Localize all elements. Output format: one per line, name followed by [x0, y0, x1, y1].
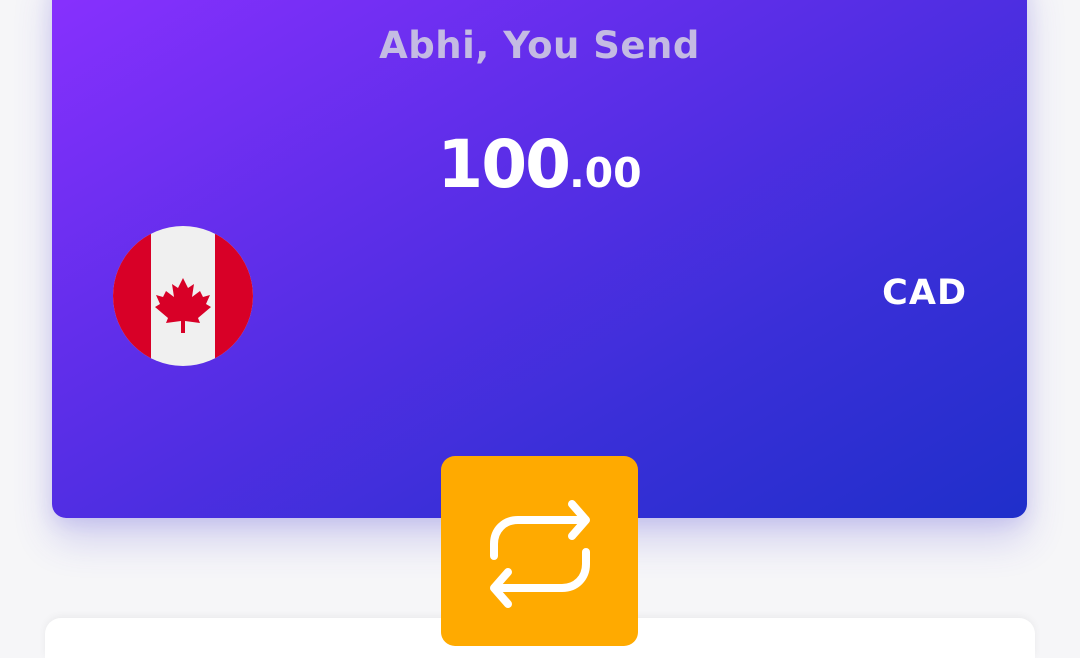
- send-amount-integer: 100: [437, 126, 571, 203]
- swap-icon: [489, 500, 590, 608]
- send-amount-decimal: .00: [569, 149, 642, 197]
- send-amount-card: Abhi, You Send 100.00 CAD: [52, 0, 1027, 518]
- swap-currency-button[interactable]: [441, 456, 638, 646]
- send-amount[interactable]: 100.00: [52, 126, 1027, 203]
- canada-flag-icon[interactable]: [113, 226, 253, 366]
- currency-selector[interactable]: CAD: [882, 273, 967, 313]
- send-title: Abhi, You Send: [379, 24, 700, 67]
